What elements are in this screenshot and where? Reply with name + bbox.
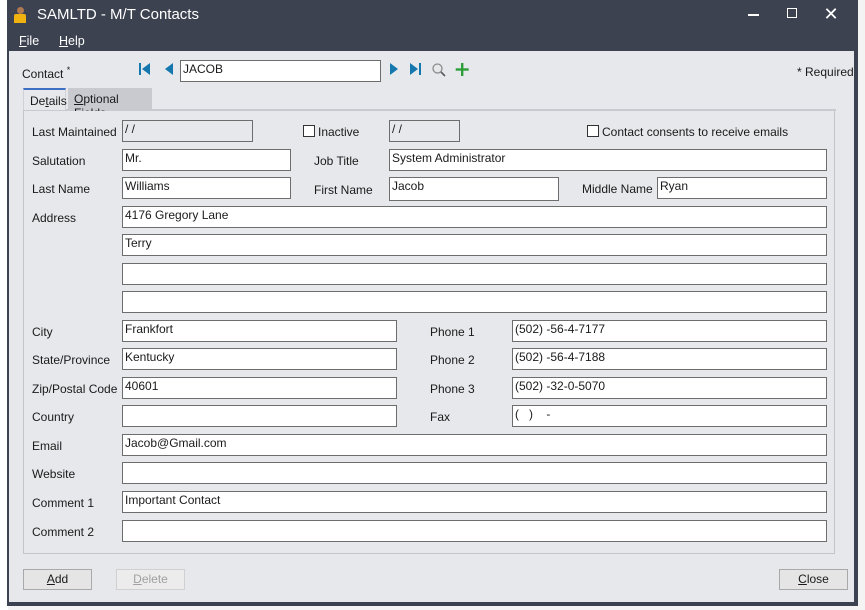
zip-input[interactable]: 40601 xyxy=(122,377,397,399)
zip-label: Zip/Postal Code xyxy=(32,382,118,396)
first-name-input[interactable]: Jacob xyxy=(389,177,559,201)
last-record-icon[interactable] xyxy=(410,62,422,76)
last-maintained-label: Last Maintained xyxy=(32,125,117,139)
address-line-2-input[interactable]: Terry xyxy=(122,234,827,256)
address-line-4-input[interactable] xyxy=(122,291,827,313)
last-name-input[interactable]: Williams xyxy=(122,177,291,199)
address-line-1-input[interactable]: 4176 Gregory Lane xyxy=(122,206,827,228)
email-input[interactable]: Jacob@Gmail.com xyxy=(122,434,827,456)
last-name-label: Last Name xyxy=(32,182,91,196)
comment2-label: Comment 2 xyxy=(32,525,95,539)
close-window-button[interactable]: ✕ xyxy=(817,4,845,26)
add-new-icon[interactable] xyxy=(454,62,470,76)
fax-input[interactable]: ( ) - xyxy=(512,405,827,427)
job-title-label: Job Title xyxy=(314,154,359,168)
email-label: Email xyxy=(32,439,63,453)
close-button[interactable]: Close xyxy=(779,569,848,590)
maximize-button[interactable] xyxy=(778,4,806,26)
state-label: State/Province xyxy=(32,353,111,367)
menu-bar: File Help xyxy=(7,31,858,51)
delete-button: Delete xyxy=(116,569,185,590)
middle-name-label: Middle Name xyxy=(582,182,653,196)
inactive-checkbox[interactable] xyxy=(303,125,315,137)
website-label: Website xyxy=(32,467,76,481)
previous-record-icon[interactable] xyxy=(163,62,175,76)
consent-checkbox[interactable] xyxy=(587,125,599,137)
person-icon xyxy=(13,7,27,25)
menu-file[interactable]: File xyxy=(19,34,39,48)
salutation-label: Salutation xyxy=(32,154,86,168)
search-icon[interactable] xyxy=(431,62,447,77)
contact-input[interactable]: JACOB xyxy=(180,60,381,82)
comment1-label: Comment 1 xyxy=(32,496,95,510)
city-input[interactable]: Frankfort xyxy=(122,320,397,342)
comment1-input[interactable]: Important Contact xyxy=(122,491,827,513)
first-record-icon[interactable] xyxy=(139,62,151,76)
first-name-label: First Name xyxy=(314,183,373,197)
inactive-label: Inactive xyxy=(318,125,360,139)
job-title-input[interactable]: System Administrator xyxy=(389,149,827,171)
close-icon: ✕ xyxy=(823,4,839,24)
salutation-input[interactable]: Mr. xyxy=(122,149,291,171)
title-bar[interactable]: SAMLTD - M/T Contacts ✕ xyxy=(7,0,858,30)
window-title: SAMLTD - M/T Contacts xyxy=(37,6,199,23)
consent-label: Contact consents to receive emails xyxy=(602,125,789,139)
country-input[interactable] xyxy=(122,405,397,427)
phone2-label: Phone 2 xyxy=(430,353,475,367)
phone1-label: Phone 1 xyxy=(430,325,475,339)
inactive-date-field: / / xyxy=(389,120,460,142)
city-label: City xyxy=(32,325,53,339)
comment2-input[interactable] xyxy=(122,520,827,542)
client-area: Contact * JACOB * Required Details Optio… xyxy=(9,51,854,602)
menu-help[interactable]: Help xyxy=(59,34,85,48)
phone3-input[interactable]: (502) -32-0-5070 xyxy=(512,377,827,399)
address-line-3-input[interactable] xyxy=(122,263,827,285)
state-input[interactable]: Kentucky xyxy=(122,348,397,370)
next-record-icon[interactable] xyxy=(389,62,401,76)
website-input[interactable] xyxy=(122,462,827,484)
contacts-window: SAMLTD - M/T Contacts ✕ File Help Contac… xyxy=(7,0,858,606)
contact-label: Contact * xyxy=(22,65,71,81)
phone2-input[interactable]: (502) -56-4-7188 xyxy=(512,348,827,370)
phone1-input[interactable]: (502) -56-4-7177 xyxy=(512,320,827,342)
required-note: * Required xyxy=(797,65,854,79)
last-maintained-field: / / xyxy=(122,120,253,142)
address-label: Address xyxy=(32,211,77,225)
tab-details[interactable]: Details xyxy=(23,88,67,110)
fax-label: Fax xyxy=(430,410,451,424)
add-button[interactable]: Add xyxy=(23,569,92,590)
middle-name-input[interactable]: Ryan xyxy=(657,177,827,199)
country-label: Country xyxy=(32,410,75,424)
tab-optional-fields[interactable]: Optional Fields xyxy=(68,88,152,120)
phone3-label: Phone 3 xyxy=(430,382,475,396)
minimize-button[interactable] xyxy=(740,4,768,26)
